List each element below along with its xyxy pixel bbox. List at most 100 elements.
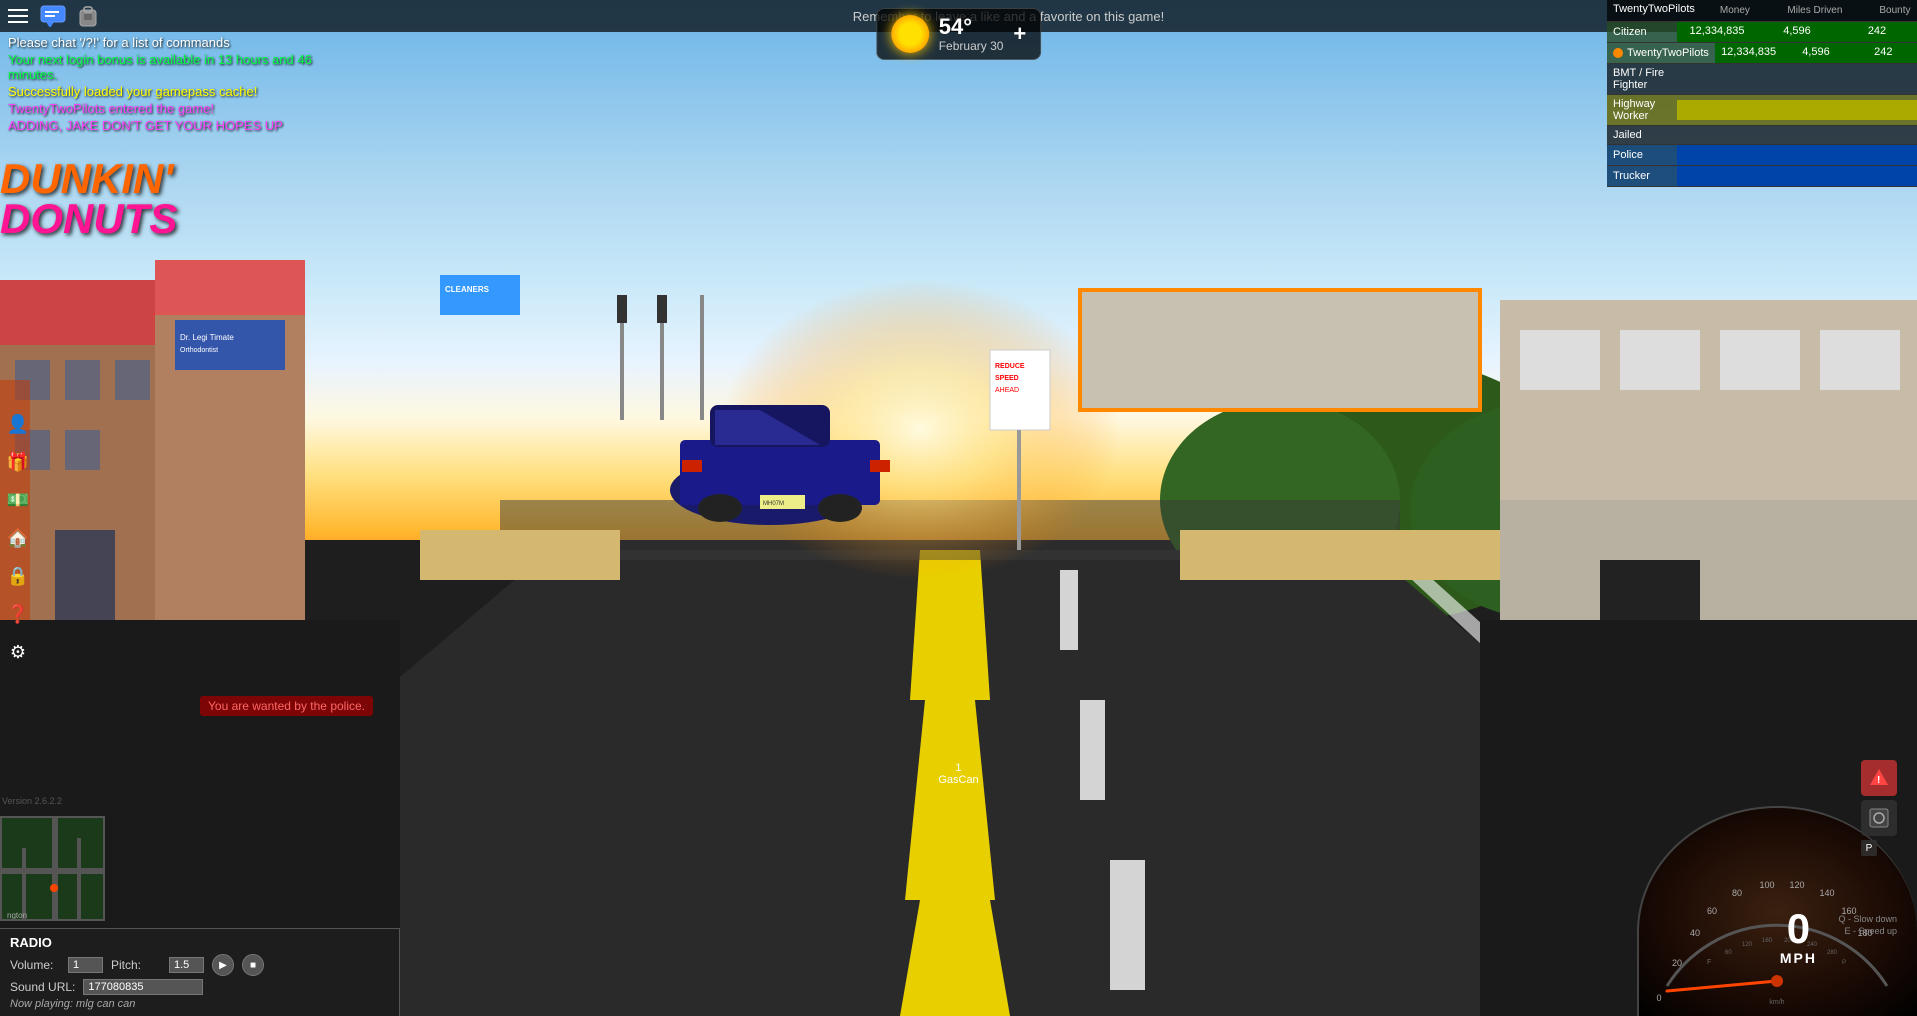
lb-name-jailed: Jailed bbox=[1607, 126, 1677, 144]
lb-val-jailed-1 bbox=[1677, 132, 1757, 138]
radio-url-input[interactable] bbox=[83, 979, 203, 995]
lb-miles-player: 4,596 bbox=[1782, 43, 1849, 63]
held-item: 1 GasCan bbox=[938, 762, 978, 786]
leaderboard-header: TwentyTwoPilots Money Miles Driven Bount… bbox=[1607, 0, 1917, 22]
chat-message-4: TwentyTwoPilots entered the game! bbox=[8, 101, 358, 116]
lb-miles-citizen: 4,596 bbox=[1757, 22, 1837, 42]
lb-money-player: 12,334,835 bbox=[1715, 43, 1782, 63]
lb-val-bmt-2 bbox=[1757, 76, 1837, 82]
hamburger-menu-button[interactable] bbox=[8, 4, 32, 28]
lb-name-trucker: Trucker bbox=[1607, 167, 1677, 185]
minimap: ngton bbox=[0, 816, 105, 921]
lb-val-hw-2 bbox=[1757, 100, 1837, 120]
svg-text:P: P bbox=[1842, 960, 1846, 966]
lb-name-citizen: Citizen bbox=[1607, 23, 1677, 41]
top-bar-left bbox=[0, 4, 100, 28]
lb-val-hw-1 bbox=[1677, 100, 1757, 120]
person-icon-button[interactable]: 👤 bbox=[0, 406, 36, 442]
left-sidebar: 👤 🎁 💵 🏠 🔒 ❓ ⚙ bbox=[0, 406, 36, 670]
radio-pitch-label: Pitch: bbox=[111, 958, 161, 972]
radio-url-row: Sound URL: bbox=[10, 979, 389, 995]
chat-icon-button[interactable] bbox=[40, 5, 68, 27]
weather-date: February 30 bbox=[939, 39, 1004, 53]
lb-name-player: TwentyTwoPilots bbox=[1607, 44, 1715, 62]
radio-stop-button[interactable]: ■ bbox=[242, 954, 264, 976]
svg-text:120: 120 bbox=[1742, 942, 1753, 948]
lb-val-trucker-1 bbox=[1677, 166, 1757, 186]
svg-text:120: 120 bbox=[1789, 880, 1804, 890]
lb-row-highway: Highway Worker bbox=[1607, 95, 1917, 126]
radio-volume-input[interactable] bbox=[68, 957, 103, 973]
lb-val-trucker-2 bbox=[1757, 166, 1837, 186]
speed-hint-slow: Q - Slow down bbox=[1838, 913, 1897, 926]
weather-plus-button[interactable]: + bbox=[1013, 21, 1026, 47]
leaderboard-panel: TwentyTwoPilots Money Miles Driven Bount… bbox=[1607, 0, 1917, 187]
help-icon-button[interactable]: ❓ bbox=[0, 596, 36, 632]
speed-hint-fast: E - Speed up bbox=[1838, 925, 1897, 938]
chat-message-5: ADDING, JAKE DON'T GET YOUR HOPES UP bbox=[8, 118, 358, 133]
svg-text:100: 100 bbox=[1759, 880, 1774, 890]
chat-area: Please chat '/?!' for a list of commands… bbox=[8, 35, 358, 135]
radio-volume-row: Volume: Pitch: ▶ ■ bbox=[10, 954, 389, 976]
svg-text:km/h: km/h bbox=[1769, 999, 1784, 1006]
donuts-text: DONUTS bbox=[0, 195, 177, 243]
lb-val-police-1 bbox=[1677, 145, 1757, 165]
lb-val-police-2 bbox=[1757, 145, 1837, 165]
radio-now-playing: Now playing: mlg can can bbox=[10, 998, 389, 1010]
lb-col-bounty: Bounty bbox=[1855, 3, 1917, 18]
map-toggle-icon[interactable] bbox=[1861, 800, 1897, 836]
lb-row-bmt: BMT / Fire Fighter bbox=[1607, 64, 1917, 95]
home-icon-button[interactable]: 🏠 bbox=[0, 520, 36, 556]
svg-text:80: 80 bbox=[1732, 888, 1742, 898]
player-dot-icon bbox=[1613, 48, 1623, 58]
svg-text:ngton: ngton bbox=[7, 911, 27, 920]
settings-icon-button[interactable]: ⚙ bbox=[0, 634, 36, 670]
weather-widget: 54° February 30 + bbox=[876, 8, 1042, 60]
wanted-notice: You are wanted by the police. bbox=[200, 696, 373, 716]
lb-bounty-citizen: 242 bbox=[1837, 22, 1917, 42]
lb-column-headers: Money Miles Driven Bounty bbox=[1695, 3, 1917, 18]
chat-message-3: Successfully loaded your gamepass cache! bbox=[8, 84, 358, 99]
chat-message-1: Please chat '/?!' for a list of commands bbox=[8, 35, 358, 50]
mini-p-label: P bbox=[1861, 840, 1877, 856]
lb-player-name: TwentyTwoPilots bbox=[1613, 3, 1695, 18]
backpack-icon-button[interactable] bbox=[76, 4, 100, 28]
svg-text:0: 0 bbox=[1656, 993, 1661, 1003]
lb-val-trucker-3 bbox=[1837, 166, 1917, 186]
lb-name-label: Citizen bbox=[1613, 26, 1647, 38]
lb-row-player: TwentyTwoPilots 12,334,835 4,596 242 bbox=[1607, 43, 1917, 64]
speed-number: 0 bbox=[1780, 908, 1817, 950]
version-text: Version 2.6.2.2 bbox=[2, 796, 62, 806]
weather-temp: 54° bbox=[939, 15, 1004, 39]
speed-hint: Q - Slow down E - Speed up bbox=[1838, 913, 1897, 938]
item-count: 1 bbox=[955, 762, 961, 774]
lb-val-jailed-3 bbox=[1837, 132, 1917, 138]
radio-volume-label: Volume: bbox=[10, 958, 60, 972]
lb-row-trucker: Trucker bbox=[1607, 166, 1917, 187]
lb-val-bmt-1 bbox=[1677, 76, 1757, 82]
bottom-right-icons: ! P bbox=[1861, 760, 1897, 856]
svg-text:20: 20 bbox=[1672, 958, 1682, 968]
lock-icon-button[interactable]: 🔒 bbox=[0, 558, 36, 594]
gift-icon-button[interactable]: 🎁 bbox=[0, 444, 36, 480]
svg-text:160: 160 bbox=[1762, 938, 1773, 944]
weather-info: 54° February 30 bbox=[939, 15, 1004, 53]
lb-name-police: Police bbox=[1607, 146, 1677, 164]
chat-message-2: Your next login bonus is available in 13… bbox=[8, 52, 358, 82]
radio-title: RADIO bbox=[10, 935, 389, 950]
svg-text:60: 60 bbox=[1725, 950, 1732, 956]
radio-play-button[interactable]: ▶ bbox=[212, 954, 234, 976]
svg-text:40: 40 bbox=[1690, 928, 1700, 938]
lb-val-hw-3 bbox=[1837, 100, 1917, 120]
lb-row-jailed: Jailed bbox=[1607, 126, 1917, 145]
weather-sun-icon bbox=[891, 15, 929, 53]
lb-val-jailed-2 bbox=[1757, 132, 1837, 138]
radio-panel: RADIO Volume: Pitch: ▶ ■ Sound URL: Now … bbox=[0, 928, 400, 1016]
radio-pitch-input[interactable] bbox=[169, 957, 204, 973]
money-icon-button[interactable]: 💵 bbox=[0, 482, 36, 518]
lb-row-citizen: Citizen 12,334,835 4,596 242 bbox=[1607, 22, 1917, 43]
lb-col-miles: Miles Driven bbox=[1775, 3, 1855, 18]
lb-val-police-3 bbox=[1837, 145, 1917, 165]
lb-name-bmt: BMT / Fire Fighter bbox=[1607, 64, 1677, 94]
lb-money-citizen: 12,334,835 bbox=[1677, 22, 1757, 42]
